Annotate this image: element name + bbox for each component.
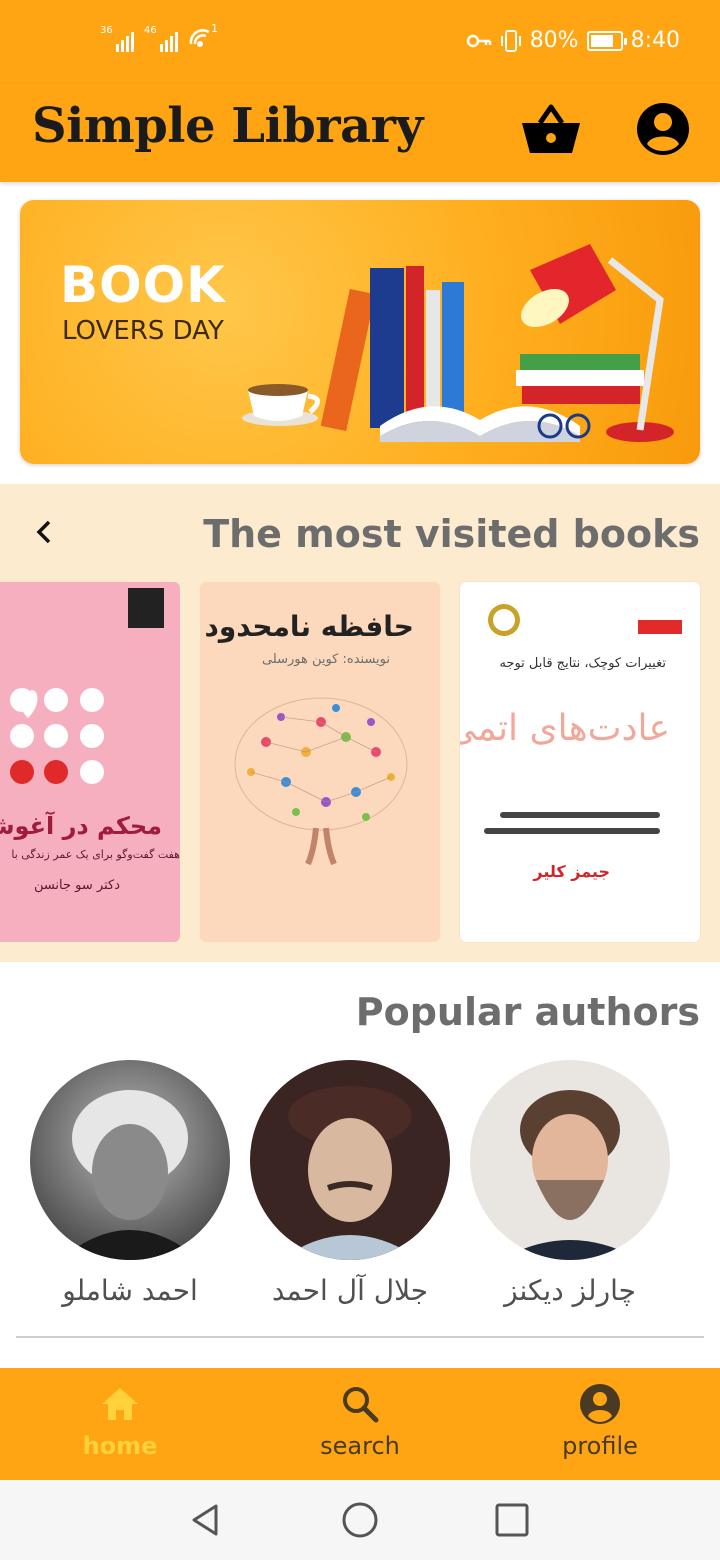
author-name-3: چارلز دیکنز (504, 1274, 636, 1307)
app-title: Simple Library (32, 98, 423, 154)
clock: 8:40 (630, 28, 680, 53)
book-card-3[interactable]: محکم در آغوشم هفت گفت‌وگو برای یک عمر زن… (0, 582, 180, 942)
book-card-1[interactable]: تغییرات کوچک، نتایج قابل توجه عادت‌های ا… (460, 582, 700, 942)
home-icon (102, 1388, 138, 1420)
banner-headline: BOOK (60, 256, 226, 314)
popular-authors-title: Popular authors (355, 990, 700, 1034)
account-circle-icon (580, 1384, 620, 1424)
book-1-blurb-line (500, 812, 660, 818)
publisher-logo-icon (488, 604, 520, 636)
bestseller-badge (638, 620, 682, 634)
book-3-tagline: هفت گفت‌وگو برای یک عمر زندگی با (11, 848, 180, 861)
author-card-2[interactable]: جلال آل احمد (250, 1060, 450, 1307)
book-1-author: جیمز کلیر (533, 862, 610, 881)
battery-icon (586, 30, 627, 51)
sim2-label: 46 (144, 25, 157, 36)
recents-square-icon[interactable] (492, 1500, 532, 1540)
book-2-author: نویسنده: کوین هورسلی (261, 652, 390, 667)
author-avatar-1 (30, 1060, 230, 1260)
app-bar: Simple Library (0, 84, 720, 182)
system-navigation-bar (0, 1480, 720, 1560)
signal-sim2-icon: 46 (144, 25, 178, 52)
back-triangle-icon[interactable] (186, 1500, 226, 1540)
book-3-author: دکتر سو جانسن (33, 878, 120, 893)
nav-profile-label: profile (562, 1432, 638, 1460)
book-3-title: محکم در آغوشم (0, 812, 162, 840)
author-name-2: جلال آل احمد (271, 1274, 429, 1307)
status-right: 80% 8:40 (466, 28, 680, 53)
book-2-title: حافظه نامحدود (204, 610, 414, 643)
divider (16, 1336, 704, 1338)
search-icon (343, 1387, 379, 1423)
nav-search[interactable]: search (280, 1382, 440, 1460)
status-bar: 36 46 1 80% 8:40 (0, 0, 720, 84)
signal-sim1-icon: 36 (100, 25, 134, 52)
nav-home[interactable]: home (40, 1382, 200, 1460)
author-card-3[interactable]: چارلز دیکنز (470, 1060, 670, 1307)
hotspot-icon: 1 (188, 22, 218, 52)
author-card-1[interactable]: احمد شاملو (30, 1060, 230, 1307)
home-circle-icon[interactable] (340, 1500, 380, 1540)
basket-icon (522, 104, 580, 153)
vibrate-icon (500, 29, 521, 52)
nav-search-label: search (320, 1432, 400, 1460)
promo-banner[interactable]: BOOK LOVERS DAY (20, 200, 700, 464)
account-button[interactable] (628, 94, 698, 164)
nav-home-label: home (82, 1432, 158, 1460)
battery-percent: 80% (529, 28, 579, 53)
cart-button[interactable] (516, 94, 586, 164)
publisher-logo-icon (128, 588, 164, 628)
banner-subline: LOVERS DAY (62, 316, 224, 346)
book-1-blurb-line (484, 828, 660, 834)
bottom-navigation: home search profile (0, 1368, 720, 1480)
author-avatar-2 (250, 1060, 450, 1260)
most-visited-title: The most visited books (203, 512, 700, 556)
book-1-title: عادت‌های اتمی (460, 708, 670, 749)
hotspot-sup: 1 (211, 22, 218, 35)
key-icon (466, 34, 491, 47)
chevron-left-icon[interactable] (26, 514, 62, 550)
author-avatar-3 (470, 1060, 670, 1260)
nav-profile[interactable]: profile (520, 1382, 680, 1460)
hearts-illustration (10, 688, 104, 784)
book-card-2[interactable]: حافظه نامحدود نویسنده: کوین هورسلی (200, 582, 440, 942)
brain-network-icon (234, 697, 408, 866)
book-1-tagline: تغییرات کوچک، نتایج قابل توجه (499, 656, 666, 671)
status-left: 36 46 1 (100, 22, 218, 52)
account-circle-icon (637, 103, 689, 155)
most-visited-section: The most visited books تغییرات کوچک، نتا… (0, 484, 720, 962)
sim1-label: 36 (100, 25, 113, 36)
books-lamp-illustration (242, 244, 674, 442)
author-name-1: احمد شاملو (62, 1274, 198, 1307)
